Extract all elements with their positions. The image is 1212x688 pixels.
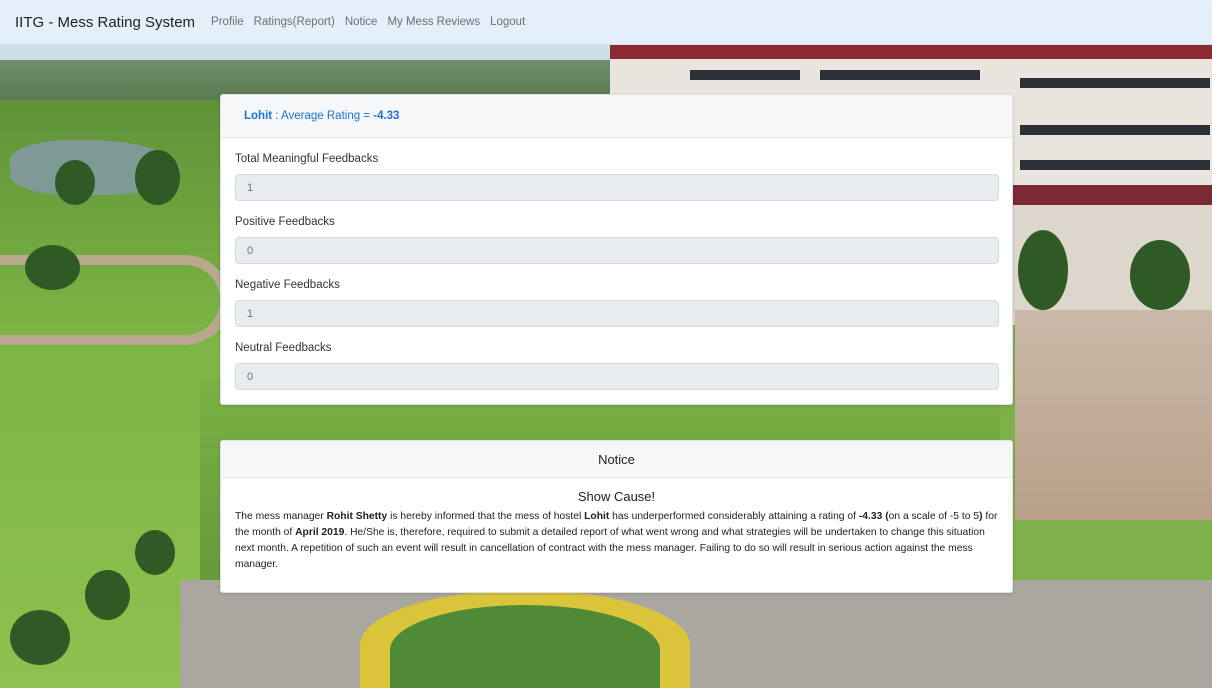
rating-card-header: Lohit : Average Rating = -4.33: [221, 95, 1012, 138]
notice-text-segment: has underperformed considerably attainin…: [609, 511, 859, 522]
background-tree: [135, 150, 180, 205]
notice-title: Show Cause!: [577, 489, 656, 504]
brand-link[interactable]: IITG - Mess Rating System: [15, 14, 195, 31]
nav-link-profile[interactable]: Profile: [211, 16, 244, 28]
top-navbar: IITG - Mess Rating System Profile Rating…: [0, 0, 1212, 44]
notice-text-segment: is hereby informed that the mess of host…: [387, 511, 585, 522]
background-wing-roof: [1015, 310, 1212, 520]
negative-feedbacks-label: Negative Feedbacks: [235, 279, 340, 291]
total-feedbacks-label: Total Meaningful Feedbacks: [235, 153, 379, 165]
notice-text-segment: on a scale of -5 to 5: [888, 511, 980, 522]
notice-text-segment: The mess manager: [235, 511, 327, 522]
background-tree: [1018, 230, 1068, 310]
average-rating-value: -4.33: [373, 110, 400, 122]
background-tree: [85, 570, 130, 620]
notice-text: The mess manager Rohit Shetty is hereby …: [221, 509, 1012, 573]
background-window-row: [820, 70, 980, 80]
mess-manager-name: Rohit Shetty: [326, 511, 388, 522]
neutral-feedbacks-field[interactable]: [235, 363, 999, 390]
positive-feedbacks-field[interactable]: [235, 237, 999, 264]
background-roof: [1010, 185, 1212, 205]
background-window-row: [1020, 78, 1210, 88]
neutral-feedbacks-label: Neutral Feedbacks: [235, 342, 332, 354]
notice-text-segment: . He/She is, therefore, required to subm…: [235, 527, 985, 570]
background-tree: [10, 610, 70, 665]
background-tree: [1130, 240, 1190, 310]
background-garden: [390, 605, 660, 688]
background-window-row: [1020, 160, 1210, 170]
positive-feedbacks-label: Positive Feedbacks: [235, 216, 335, 228]
background-plaza: [180, 580, 1212, 688]
notice-card: Notice Show Cause! The mess manager Rohi…: [220, 440, 1013, 593]
rating-card-body: Total Meaningful Feedbacks Positive Feed…: [221, 138, 1012, 390]
rating-summary-card: Lohit : Average Rating = -4.33 Total Mea…: [220, 94, 1013, 405]
nav-link-logout[interactable]: Logout: [490, 16, 525, 28]
background-tree: [135, 530, 175, 575]
negative-feedbacks-field[interactable]: [235, 300, 999, 327]
hostel-name: Lohit: [244, 110, 273, 122]
background-tree: [55, 160, 95, 205]
average-rating-label: : Average Rating =: [272, 110, 374, 122]
background-tree: [25, 245, 80, 290]
notice-month: April 2019: [295, 527, 345, 538]
total-feedbacks-field[interactable]: [235, 174, 999, 201]
notice-card-header: Notice: [221, 441, 1012, 478]
nav-link-ratings-report[interactable]: Ratings(Report): [254, 16, 335, 28]
background-window-row: [690, 70, 800, 80]
background-window-row: [1020, 125, 1210, 135]
notice-rating-value: -4.33 (: [858, 511, 889, 522]
notice-hostel-name: Lohit: [584, 511, 610, 522]
nav-link-notice[interactable]: Notice: [345, 16, 378, 28]
nav-link-my-mess-reviews[interactable]: My Mess Reviews: [387, 16, 480, 28]
